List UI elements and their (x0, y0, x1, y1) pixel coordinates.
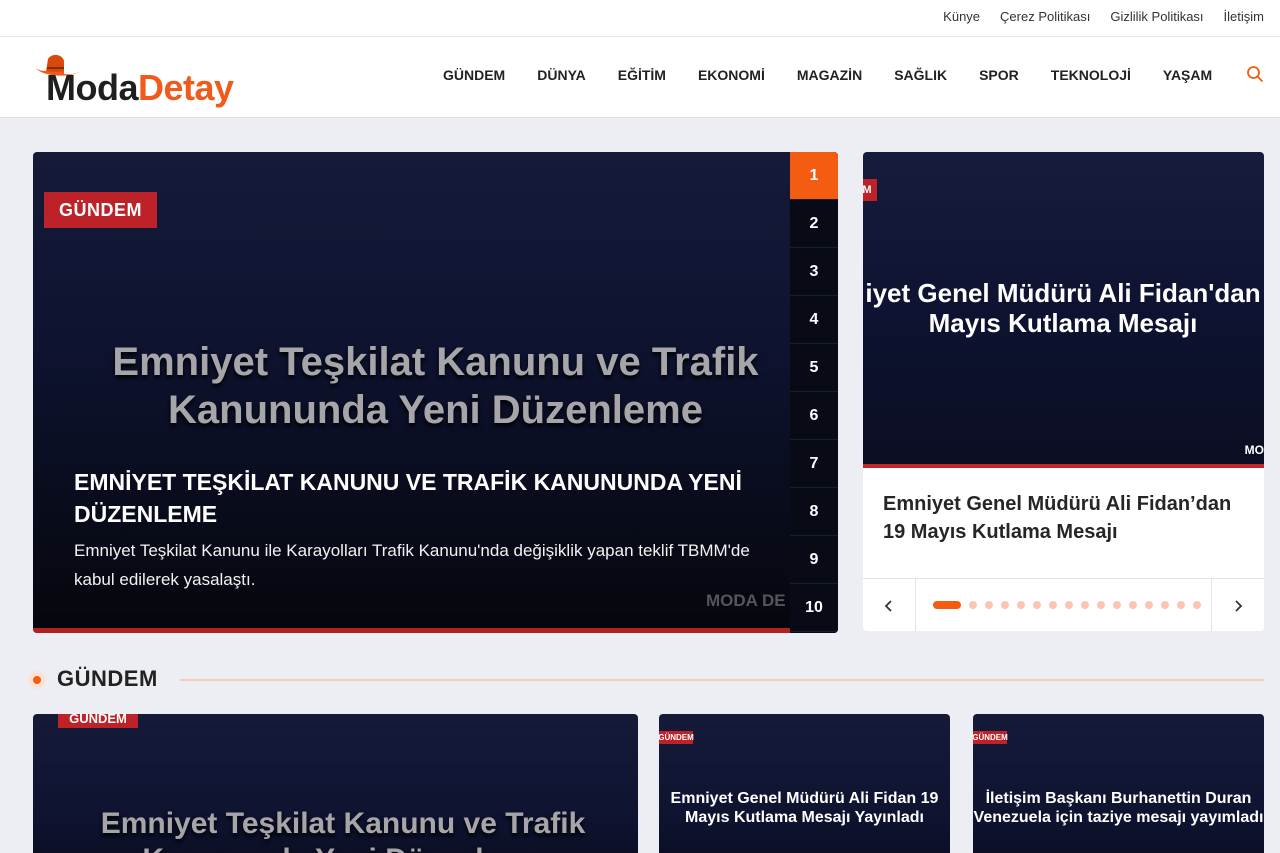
slider-dot[interactable] (933, 601, 961, 609)
side-slide-image[interactable]: M iyet Genel Müdürü Ali Fidan'dan Mayıs … (863, 152, 1264, 468)
main-slider[interactable]: GÜNDEM Emniyet Teşkilat Kanunu ve Trafik… (33, 152, 838, 633)
slider-dot[interactable] (1033, 601, 1041, 609)
section-dot-icon (28, 671, 46, 689)
slider-dot[interactable] (1081, 601, 1089, 609)
slider-pager: 1 2 3 4 5 6 7 8 9 10 (790, 152, 838, 633)
slider-dot[interactable] (1001, 601, 1009, 609)
slider-dots (933, 601, 1201, 609)
card-image-headline: Emniyet Teşkilat Kanunu ve Trafik Kanunu… (100, 807, 586, 853)
nav-item-yasam[interactable]: YAŞAM (1163, 67, 1212, 83)
chevron-left-icon (884, 599, 892, 612)
nav-item-egitim[interactable]: EĞİTİM (618, 67, 666, 83)
slider-dot[interactable] (1017, 601, 1025, 609)
slider-dot[interactable] (969, 601, 977, 609)
top-link-kunye[interactable]: Künye (943, 9, 980, 24)
card-category-badge: GÜNDEM (659, 731, 694, 744)
pager-item-9[interactable]: 9 (790, 536, 838, 584)
side-slider-controls (863, 578, 1264, 631)
site-logo[interactable]: ModaDetay (34, 51, 264, 109)
pager-item-6[interactable]: 6 (790, 392, 838, 440)
chevron-right-icon (1235, 599, 1243, 612)
pager-item-2[interactable]: 2 (790, 200, 838, 248)
slider-dot[interactable] (1193, 601, 1201, 609)
category-badge[interactable]: GÜNDEM (44, 192, 157, 228)
next-button[interactable] (1211, 579, 1264, 631)
card-headline-line1: Emniyet Genel Müdürü Ali Fidan 19 (670, 790, 939, 807)
logo-text: ModaDetay (46, 67, 234, 109)
top-link-cerez[interactable]: Çerez Politikası (1000, 9, 1090, 24)
nav-item-magazin[interactable]: MAGAZİN (797, 67, 862, 83)
side-image-headline: iyet Genel Müdürü Ali Fidan'dan Mayıs Ku… (863, 278, 1264, 338)
slide-image-headline: Emniyet Teşkilat Kanunu ve Trafik Kanunu… (112, 340, 759, 432)
slider-bottom-bar (33, 628, 790, 633)
top-link-iletisim[interactable]: İletişim (1224, 9, 1264, 24)
nav-item-ekonomi[interactable]: EKONOMİ (698, 67, 765, 83)
side-slider: M iyet Genel Müdürü Ali Fidan'dan Mayıs … (863, 152, 1264, 631)
logo-part-detay: Detay (138, 67, 234, 108)
side-slide-title[interactable]: Emniyet Genel Müdürü Ali Fidan’dan 19 Ma… (883, 490, 1248, 546)
top-bar: Künye Çerez Politikası Gizlilik Politika… (0, 0, 1280, 37)
card-headline-line2: Venezuela için taziye mesajı yayımladı (973, 809, 1264, 826)
nav-item-dunya[interactable]: DÜNYA (537, 67, 586, 83)
pager-item-4[interactable]: 4 (790, 296, 838, 344)
top-links: Künye Çerez Politikası Gizlilik Politika… (943, 9, 1264, 24)
main-nav: GÜNDEM DÜNYA EĞİTİM EKONOMİ MAGAZİN SAĞL… (443, 67, 1244, 83)
pager-item-7[interactable]: 7 (790, 440, 838, 488)
slider-dot[interactable] (1065, 601, 1073, 609)
pager-item-8[interactable]: 8 (790, 488, 838, 536)
news-card[interactable]: GÜNDEM Emniyet Teşkilat Kanunu ve Trafik… (33, 714, 638, 853)
side-image-watermark: MO (1244, 443, 1264, 457)
pager-item-5[interactable]: 5 (790, 344, 838, 392)
slider-dot[interactable] (985, 601, 993, 609)
slider-dot[interactable] (1049, 601, 1057, 609)
nav-item-spor[interactable]: SPOR (979, 67, 1019, 83)
section-title[interactable]: GÜNDEM (57, 666, 158, 692)
news-card[interactable]: GÜNDEM Emniyet Genel Müdürü Ali Fidan 19… (659, 714, 950, 853)
section-divider (180, 679, 1264, 681)
card-category-badge: GÜNDEM (58, 714, 138, 728)
slider-dot[interactable] (1145, 601, 1153, 609)
pager-item-3[interactable]: 3 (790, 248, 838, 296)
slide-title[interactable]: EMNİYET TEŞKİLAT KANUNU VE TRAFİK KANUNU… (74, 466, 764, 530)
slider-dot[interactable] (1177, 601, 1185, 609)
nav-item-gundem[interactable]: GÜNDEM (443, 67, 505, 83)
slider-dot[interactable] (1113, 601, 1121, 609)
card-headline-line1: İletişim Başkanı Burhanettin Duran (985, 790, 1252, 807)
prev-button[interactable] (863, 579, 916, 631)
side-category-badge: M (863, 179, 877, 201)
nav-item-saglik[interactable]: SAĞLIK (894, 67, 947, 83)
slide-description: Emniyet Teşkilat Kanunu ile Karayolları … (74, 541, 750, 589)
image-watermark: MODA DE (706, 591, 786, 610)
logo-part-moda: Moda (46, 67, 139, 108)
card-image-headline: Emniyet Genel Müdürü Ali Fidan 19 Mayıs … (659, 789, 950, 827)
top-link-gizlilik[interactable]: Gizlilik Politikası (1110, 9, 1203, 24)
side-image-headline-line2: Mayıs Kutlama Mesajı (928, 308, 1198, 338)
card-category-badge: GÜNDEM (973, 731, 1008, 744)
card-image-headline: İletişim Başkanı Burhanettin Duran Venez… (973, 789, 1264, 827)
card-headline-line2: Mayıs Kutlama Mesajı Yayınladı (685, 809, 924, 826)
section-header-gundem: GÜNDEM (28, 664, 1264, 696)
slider-dot[interactable] (1097, 601, 1105, 609)
pager-item-1[interactable]: 1 (790, 152, 838, 200)
slider-dot[interactable] (1129, 601, 1137, 609)
news-card[interactable]: GÜNDEM İletişim Başkanı Burhanettin Dura… (973, 714, 1264, 853)
pager-item-10[interactable]: 10 (790, 584, 838, 632)
slider-dot[interactable] (1161, 601, 1169, 609)
search-icon[interactable] (1246, 65, 1264, 83)
nav-item-teknoloji[interactable]: TEKNOLOJİ (1051, 67, 1131, 83)
side-image-headline-line1: iyet Genel Müdürü Ali Fidan'dan (865, 278, 1261, 308)
site-header: ModaDetay GÜNDEM DÜNYA EĞİTİM EKONOMİ MA… (0, 37, 1280, 118)
